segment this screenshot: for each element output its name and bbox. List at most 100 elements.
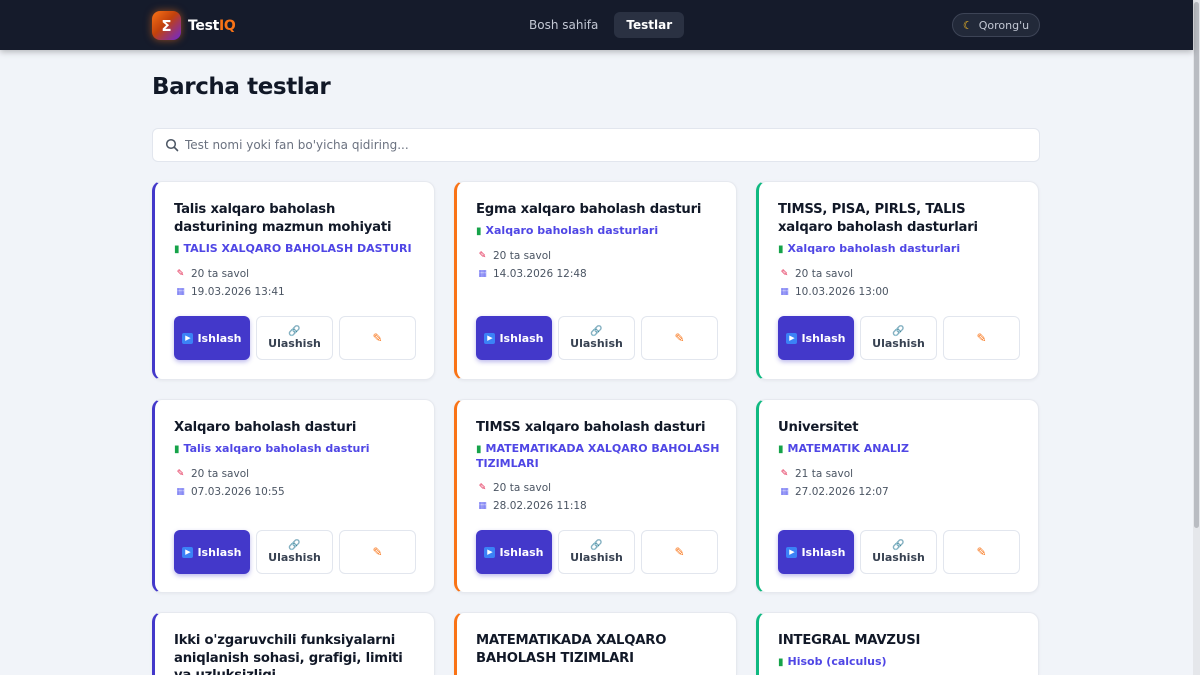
test-title[interactable]: MATEMATIKADA XALQARO BAHOLASH TIZIMLARI xyxy=(476,632,721,667)
calendar-icon: ▦ xyxy=(176,287,185,297)
test-subject: ▮ Hisob (calculus) xyxy=(778,655,887,668)
question-count: ✎ 20 ta savol xyxy=(478,482,552,494)
play-icon: ▶ xyxy=(484,546,496,558)
test-card: Talis xalqaro baholash dasturining mazmu… xyxy=(152,181,435,380)
edit-button[interactable]: ✎ xyxy=(641,530,718,574)
test-subject: ▮ MATEMATIK ANALIZ xyxy=(778,442,910,455)
test-title[interactable]: TIMSS xalqaro baholash dasturi xyxy=(476,419,721,437)
logo-text: TestIQ xyxy=(188,17,236,34)
created-date: ▦ 19.03.2026 13:41 xyxy=(176,286,285,298)
solve-button[interactable]: ▶ Ishlash xyxy=(174,530,250,574)
top-navbar: Σ TestIQ Bosh sahifa Testlar ☾ Qorong'u xyxy=(0,0,1193,50)
share-button[interactable]: 🔗 Ulashish xyxy=(558,530,635,574)
theme-label: Qorong'u xyxy=(978,18,1030,32)
test-card: TIMSS, PISA, PIRLS, TALIS xalqaro bahola… xyxy=(756,181,1039,380)
solve-button[interactable]: ▶ Ishlash xyxy=(476,316,552,360)
test-card: Egma xalqaro baholash dasturi ▮ Xalqaro b… xyxy=(454,181,737,380)
question-count: ✎ 20 ta savol xyxy=(478,250,552,262)
test-subject: ▮ TALIS XALQARO BAHOLASH DASTURI xyxy=(174,242,412,255)
edit-button[interactable]: ✎ xyxy=(943,316,1020,360)
pencil-icon: ✎ xyxy=(674,545,685,559)
card-actions: ▶ Ishlash 🔗 Ulashish ✎ xyxy=(174,530,417,574)
pencil-icon: ✎ xyxy=(976,331,987,345)
share-button[interactable]: 🔗 Ulashish xyxy=(558,316,635,360)
memo-icon: ✎ xyxy=(478,483,487,493)
test-subject: ▮ Xalqaro baholash dasturlari xyxy=(476,224,659,237)
edit-button[interactable]: ✎ xyxy=(943,530,1020,574)
test-title[interactable]: Xalqaro baholash dasturi xyxy=(174,419,419,437)
calendar-icon: ▦ xyxy=(176,487,185,497)
created-date: ▦ 27.02.2026 12:07 xyxy=(780,486,889,498)
card-actions: ▶ Ishlash 🔗 Ulashish ✎ xyxy=(778,530,1021,574)
test-subject: ▮ MATEMATIKADA XALQARO BAHOLASH TIZIMLARI xyxy=(476,442,720,470)
solve-button[interactable]: ▶ Ishlash xyxy=(174,316,250,360)
test-title[interactable]: INTEGRAL MAVZUSI xyxy=(778,632,1023,650)
question-count: ✎ 20 ta savol xyxy=(176,268,250,280)
nav-link-home[interactable]: Bosh sahifa xyxy=(517,12,610,38)
memo-icon: ✎ xyxy=(176,269,185,279)
scrollbar-thumb[interactable] xyxy=(1194,2,1199,528)
solve-button[interactable]: ▶ Ishlash xyxy=(778,316,854,360)
solve-button[interactable]: ▶ Ishlash xyxy=(476,530,552,574)
question-count: ✎ 20 ta savol xyxy=(176,468,250,480)
theme-toggle-button[interactable]: ☾ Qorong'u xyxy=(952,13,1040,37)
test-title[interactable]: TIMSS, PISA, PIRLS, TALIS xalqaro bahola… xyxy=(778,201,1023,236)
books-icon: ▮ xyxy=(778,657,784,668)
play-icon: ▶ xyxy=(786,332,798,344)
test-card: Ikki o'zgaruvchili funksiyalarni aniqlan… xyxy=(152,612,435,675)
test-card: TIMSS xalqaro baholash dasturi ▮ MATEMATI… xyxy=(454,399,737,593)
books-icon: ▮ xyxy=(476,444,482,455)
test-title[interactable]: Ikki o'zgaruvchili funksiyalarni aniqlan… xyxy=(174,632,419,675)
edit-button[interactable]: ✎ xyxy=(339,530,416,574)
books-icon: ▮ xyxy=(778,244,784,255)
books-icon: ▮ xyxy=(174,444,180,455)
books-icon: ▮ xyxy=(778,444,784,455)
share-button[interactable]: 🔗 Ulashish xyxy=(256,530,333,574)
calendar-icon: ▦ xyxy=(478,501,487,511)
logo[interactable]: Σ TestIQ xyxy=(152,11,236,40)
page-scrollbar[interactable] xyxy=(1193,0,1200,675)
test-title[interactable]: Egma xalqaro baholash dasturi xyxy=(476,201,721,219)
card-actions: ▶ Ishlash 🔗 Ulashish ✎ xyxy=(476,530,719,574)
play-icon: ▶ xyxy=(484,332,496,344)
link-icon: 🔗 xyxy=(288,326,301,337)
test-title[interactable]: Universitet xyxy=(778,419,1023,437)
moon-icon: ☾ xyxy=(962,18,973,32)
books-icon: ▮ xyxy=(476,226,482,237)
link-icon: 🔗 xyxy=(590,326,603,337)
share-button[interactable]: 🔗 Ulashish xyxy=(256,316,333,360)
pencil-icon: ✎ xyxy=(372,331,383,345)
test-card: MATEMATIKADA XALQARO BAHOLASH TIZIMLARI xyxy=(454,612,737,675)
test-title[interactable]: Talis xalqaro baholash dasturining mazmu… xyxy=(174,201,419,236)
link-icon: 🔗 xyxy=(892,540,905,551)
nav-links: Bosh sahifa Testlar xyxy=(517,12,685,38)
test-card: Xalqaro baholash dasturi ▮ Talis xalqaro … xyxy=(152,399,435,593)
pencil-icon: ✎ xyxy=(372,545,383,559)
created-date: ▦ 10.03.2026 13:00 xyxy=(780,286,889,298)
calendar-icon: ▦ xyxy=(780,487,789,497)
share-button[interactable]: 🔗 Ulashish xyxy=(860,316,937,360)
pencil-icon: ✎ xyxy=(976,545,987,559)
test-subject: ▮ Talis xalqaro baholash dasturi xyxy=(174,442,370,455)
created-date: ▦ 28.02.2026 11:18 xyxy=(478,500,587,512)
page-title: Barcha testlar xyxy=(152,74,331,100)
solve-button[interactable]: ▶ Ishlash xyxy=(778,530,854,574)
edit-button[interactable]: ✎ xyxy=(641,316,718,360)
play-icon: ▶ xyxy=(786,546,798,558)
question-count: ✎ 21 ta savol xyxy=(780,468,854,480)
created-date: ▦ 07.03.2026 10:55 xyxy=(176,486,285,498)
search-box[interactable] xyxy=(152,128,1040,162)
card-actions: ▶ Ishlash 🔗 Ulashish ✎ xyxy=(476,316,719,360)
memo-icon: ✎ xyxy=(780,269,789,279)
nav-link-tests[interactable]: Testlar xyxy=(614,12,685,38)
share-button[interactable]: 🔗 Ulashish xyxy=(860,530,937,574)
link-icon: 🔗 xyxy=(590,540,603,551)
edit-button[interactable]: ✎ xyxy=(339,316,416,360)
calendar-icon: ▦ xyxy=(478,269,487,279)
play-icon: ▶ xyxy=(182,332,194,344)
link-icon: 🔗 xyxy=(288,540,301,551)
memo-icon: ✎ xyxy=(176,469,185,479)
search-icon xyxy=(165,138,179,152)
search-input[interactable] xyxy=(185,129,1025,161)
card-actions: ▶ Ishlash 🔗 Ulashish ✎ xyxy=(778,316,1021,360)
